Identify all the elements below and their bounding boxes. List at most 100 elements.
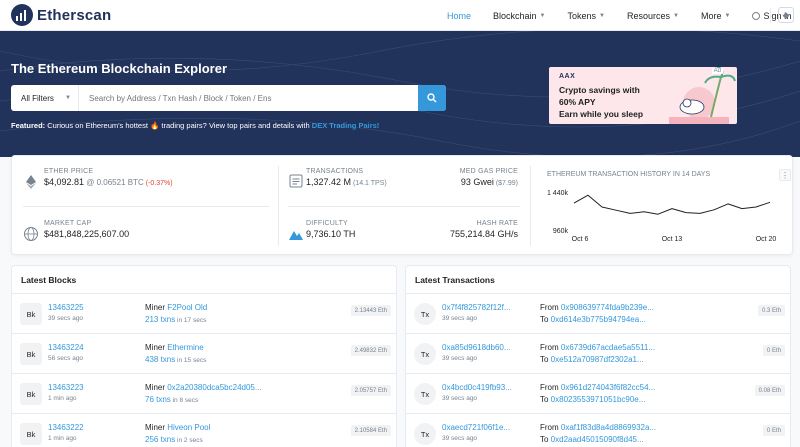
block-reward-badge: 2.49832 Eth	[350, 345, 391, 356]
featured-banner: Featured: Curious on Ethereum's hottest …	[11, 121, 379, 130]
tx-history-chart-title: ETHEREUM TRANSACTION HISTORY IN 14 DAYS	[547, 171, 711, 178]
nav-tokens[interactable]: Tokens ▼	[568, 11, 605, 21]
latest-transactions-title: Latest Transactions	[406, 266, 790, 294]
ad-banner[interactable]: Ad AAX Crypto savings with 60% APY Earn …	[549, 67, 737, 124]
block-row: Bk 13463223 1 min ago Miner 0x2a20380dca5bc…	[12, 374, 396, 414]
gas-price-usd: ($7.99)	[493, 180, 518, 187]
nav-home[interactable]: Home	[447, 11, 471, 21]
transaction-hash-link[interactable]: 0x4bcd0c419fb93...	[442, 383, 512, 392]
miner-link[interactable]: 0x2a20380dca5bc24d05...	[167, 383, 261, 392]
featured-label: Featured:	[11, 121, 46, 130]
more-vertical-icon: ⋮	[781, 170, 789, 180]
main-nav: Home Blockchain ▼ Tokens ▼ Resources ▼ More…	[447, 0, 791, 31]
divider	[23, 206, 269, 207]
to-address-link[interactable]: 0x8023553971051bc90e...	[551, 395, 646, 404]
latest-blocks-title: Latest Blocks	[12, 266, 396, 294]
ad-line-1: Crypto savings with	[559, 85, 640, 95]
tx-history-chart: 1 440k 960kOct 6 Oct 13 Oct 20	[547, 190, 777, 243]
ether-price-btc: @ 0.06521 BTC	[84, 178, 144, 187]
chevron-down-icon: ▼	[724, 12, 731, 19]
block-txns: 76 txns in 8 secs	[145, 395, 198, 404]
transaction-hash-link[interactable]: 0xaecd721f06f1e...	[442, 423, 510, 432]
transaction-to: To 0x8023553971051bc90e...	[540, 395, 645, 404]
search-filter-select[interactable]: All Filters ▼	[11, 85, 79, 111]
hash-rate-value[interactable]: 755,214.84 GH/s	[450, 229, 518, 239]
transaction-value-badge: 0 Eth	[762, 425, 785, 436]
search-icon	[427, 93, 437, 103]
ad-brand-logo: AAX	[559, 73, 576, 80]
miner-label: Miner	[145, 303, 168, 312]
block-number-link[interactable]: 13463224	[48, 343, 84, 352]
block-miner: Miner Hiveon Pool	[145, 423, 210, 432]
to-address-link[interactable]: 0xe512a70987df2302a1...	[551, 355, 644, 364]
etherscan-logo[interactable]: Etherscan	[11, 4, 111, 26]
miner-label: Miner	[145, 383, 168, 392]
block-txns-link[interactable]: 76 txns	[145, 395, 171, 404]
network-switch-button[interactable]: ◆	[778, 7, 794, 23]
from-address-link[interactable]: 0x908639774fda9b239e...	[561, 303, 654, 312]
gas-price-value[interactable]: 93 Gwei ($7.99)	[460, 177, 518, 187]
transactions-value[interactable]: 1,327.42 M (14.1 TPS)	[306, 177, 387, 187]
chart-menu-button[interactable]: ⋮	[779, 169, 791, 181]
market-cap-stat: MARKET CAP $481,848,225,607.00	[44, 220, 129, 239]
block-reward-badge: 2.10584 Eth	[350, 425, 391, 436]
ad-line-2: 60% APY	[559, 97, 596, 107]
transaction-value-badge: 0.08 Eth	[754, 385, 785, 396]
block-miner: Miner F2Pool Old	[145, 303, 207, 312]
x-tick-label: Oct 20	[756, 236, 777, 243]
transaction-from: From 0x908639774fda9b239e...	[540, 303, 654, 312]
transaction-to: To 0xd2aad45015090f8d45...	[540, 435, 644, 444]
ether-price-value: $4,092.81 @ 0.06521 BTC (-0.37%)	[44, 177, 173, 187]
brand-name: Etherscan	[37, 6, 112, 24]
transaction-to: To 0xd614e3b775b94794ea...	[540, 315, 646, 324]
transaction-row: Tx 0xa85d9618db60... 39 secs ago From 0x673…	[406, 334, 790, 374]
to-address-link[interactable]: 0xd614e3b775b94794ea...	[551, 315, 646, 324]
user-icon	[752, 11, 761, 20]
transaction-from: From 0xaf1f83d8a4d8869932a...	[540, 423, 656, 432]
block-txns-link[interactable]: 438 txns	[145, 355, 175, 364]
block-txns-link[interactable]: 213 txns	[145, 315, 175, 324]
transaction-value-badge: 0 Eth	[762, 345, 785, 356]
transaction-row: Tx 0xaecd721f06f1e... 39 secs ago From 0xaf…	[406, 414, 790, 447]
miner-link[interactable]: Hiveon Pool	[167, 423, 210, 432]
top-navbar: Etherscan Home Blockchain ▼ Tokens ▼ Resou…	[0, 0, 800, 31]
to-address-link[interactable]: 0xd2aad45015090f8d45...	[551, 435, 644, 444]
ether-price-change: (-0.37%)	[143, 180, 173, 187]
miner-link[interactable]: F2Pool Old	[167, 303, 207, 312]
block-badge: Bk	[20, 423, 42, 445]
nav-resources[interactable]: Resources ▼	[627, 11, 679, 21]
search-button[interactable]	[418, 85, 446, 111]
block-number-link[interactable]: 13463223	[48, 383, 84, 392]
block-txns: 438 txns in 15 secs	[145, 355, 206, 364]
from-label: From	[540, 303, 561, 312]
transactions-tps: (14.1 TPS)	[351, 180, 387, 187]
block-txns-time: in 2 secs	[175, 437, 203, 444]
from-address-link[interactable]: 0x961d274043f6f82cc54...	[561, 383, 655, 392]
difficulty-value[interactable]: 9,736.10 TH	[306, 229, 355, 239]
transaction-age: 39 secs ago	[442, 395, 478, 402]
ether-price-label: ETHER PRICE	[44, 168, 94, 175]
nav-blockchain[interactable]: Blockchain ▼	[493, 11, 545, 21]
miner-label: Miner	[145, 423, 168, 432]
miner-link[interactable]: Ethermine	[167, 343, 203, 352]
chevron-down-icon: ▼	[539, 12, 546, 19]
block-number-link[interactable]: 13463225	[48, 303, 84, 312]
block-age: 1 min ago	[48, 395, 77, 402]
transactions-label: TRANSACTIONS	[306, 168, 364, 175]
difficulty-stat: DIFFICULTY 9,736.10 TH	[306, 220, 355, 239]
miner-label: Miner	[145, 343, 168, 352]
block-txns-time: in 15 secs	[175, 357, 207, 364]
transaction-from: From 0x961d274043f6f82cc54...	[540, 383, 655, 392]
to-label: To	[540, 315, 551, 324]
from-address-link[interactable]: 0xaf1f83d8a4d8869932a...	[561, 423, 656, 432]
dex-trading-pairs-link[interactable]: DEX Trading Pairs!	[312, 121, 380, 130]
nav-more[interactable]: More ▼	[701, 11, 730, 21]
tx-history-line[interactable]	[573, 194, 771, 215]
search-input[interactable]	[79, 85, 418, 111]
block-number-link[interactable]: 13463222	[48, 423, 84, 432]
block-txns-link[interactable]: 256 txns	[145, 435, 175, 444]
transaction-hash-link[interactable]: 0x7f4f825782f12f...	[442, 303, 511, 312]
transaction-hash-link[interactable]: 0xa85d9618db60...	[442, 343, 511, 352]
block-age: 1 min ago	[48, 435, 77, 442]
from-address-link[interactable]: 0x6739d67acdae5a5511...	[561, 343, 655, 352]
